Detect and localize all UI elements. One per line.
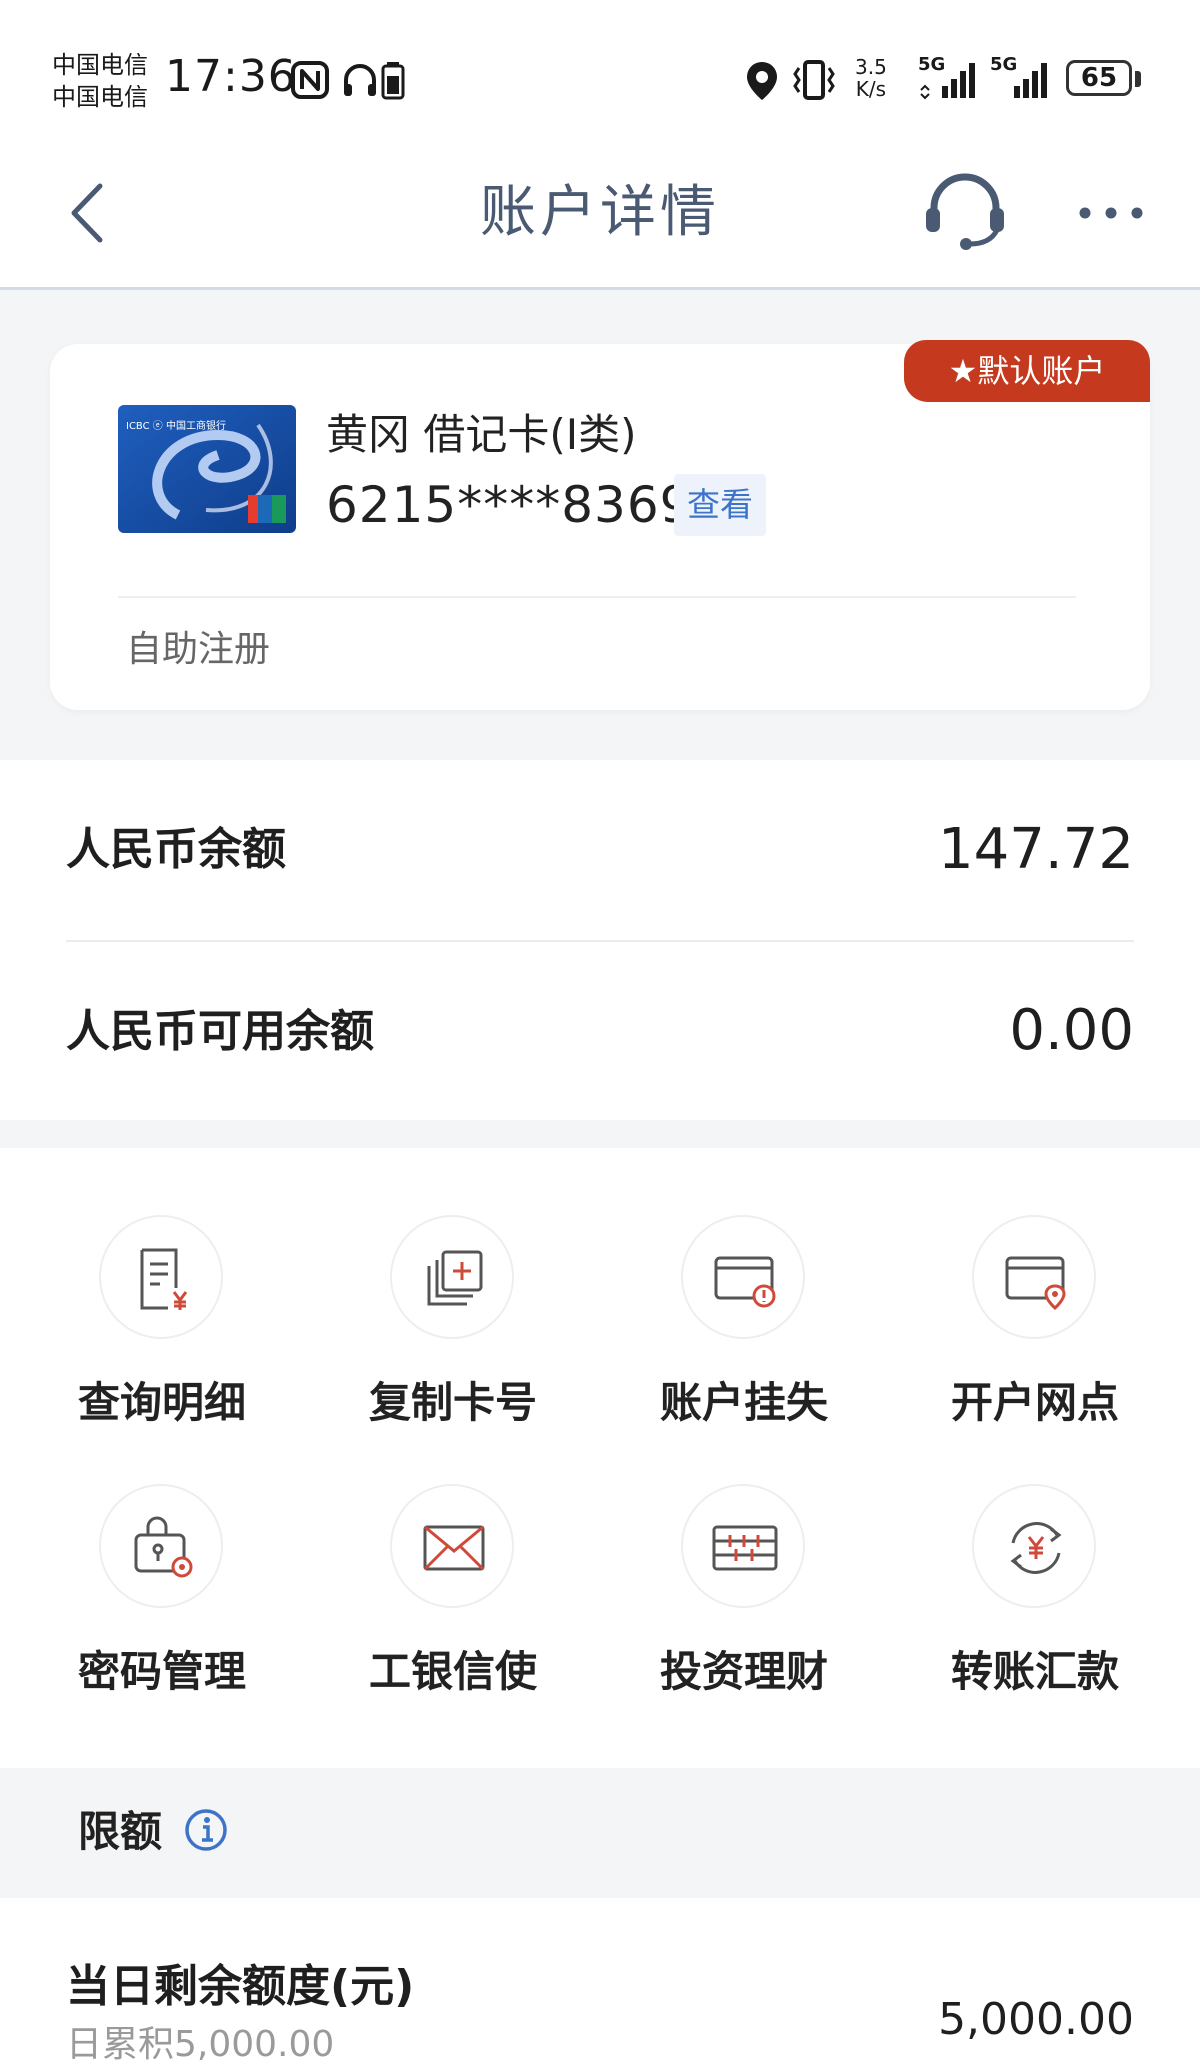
action-report-loss[interactable]: 账户挂失 bbox=[598, 1215, 890, 1465]
transfer-icon bbox=[972, 1484, 1096, 1608]
signal-2-icon bbox=[1014, 63, 1047, 98]
battery-indicator: 65 bbox=[1066, 60, 1132, 96]
action-copy-card-number[interactable]: 复制卡号 bbox=[307, 1215, 599, 1465]
action-messenger[interactable]: 工银信使 bbox=[307, 1484, 599, 1734]
daily-limit-value: 5,000.00 bbox=[938, 1994, 1134, 2045]
carrier-2: 中国电信 bbox=[52, 83, 148, 111]
copy-icon bbox=[390, 1215, 514, 1339]
star-icon: ★ bbox=[948, 352, 978, 390]
default-badge-label: 默认账户 bbox=[977, 352, 1106, 390]
investment-icon bbox=[681, 1484, 805, 1608]
card-status: 自助注册 bbox=[126, 629, 271, 670]
info-icon[interactable] bbox=[184, 1808, 228, 1852]
action-password[interactable]: 密码管理 bbox=[16, 1484, 308, 1734]
network-speed: 3.5 K/s bbox=[855, 56, 887, 100]
vibrate-icon bbox=[793, 60, 835, 100]
net-speed-value: 3.5 bbox=[855, 55, 887, 79]
clock: 17:36 bbox=[165, 51, 297, 102]
card-name: 黄冈 借记卡(I类) bbox=[326, 410, 637, 459]
action-label: 账户挂失 bbox=[659, 1378, 828, 1427]
card-location-icon bbox=[972, 1215, 1096, 1339]
section-gap bbox=[0, 1120, 1200, 1148]
limit-section-header bbox=[0, 1768, 1200, 1898]
page-title: 账户详情 bbox=[480, 180, 720, 245]
card-logo-text: ICBC ⓔ 中国工商银行 bbox=[126, 421, 226, 432]
signal-1-icon bbox=[920, 63, 975, 100]
view-card-number-link[interactable]: 查看 bbox=[674, 474, 766, 536]
net-speed-unit: K/s bbox=[855, 77, 887, 101]
action-statement[interactable]: 查询明细 bbox=[16, 1215, 308, 1465]
card-number: 6215****8369 bbox=[326, 476, 693, 534]
action-label: 开户网点 bbox=[950, 1378, 1119, 1427]
card-divider bbox=[118, 596, 1076, 598]
daily-limit-sub: 日累积5,000.00 bbox=[66, 2024, 335, 2065]
action-label: 转账汇款 bbox=[950, 1647, 1119, 1696]
headphone-battery-icon bbox=[381, 62, 405, 100]
balance-divider bbox=[66, 940, 1134, 942]
action-branch[interactable]: 开户网点 bbox=[889, 1215, 1181, 1465]
bank-card-image: ICBC ⓔ 中国工商银行 bbox=[118, 405, 296, 533]
nfc-icon bbox=[291, 61, 329, 99]
location-icon bbox=[747, 62, 777, 100]
limit-title: 限额 bbox=[78, 1807, 163, 1856]
default-account-badge: ★默认账户 bbox=[904, 340, 1150, 402]
available-balance-value: 0.00 bbox=[1009, 998, 1134, 1063]
action-label: 工银信使 bbox=[368, 1647, 537, 1696]
carrier-1: 中国电信 bbox=[52, 51, 148, 79]
daily-limit-label: 当日剩余额度(元) bbox=[66, 1961, 415, 2012]
customer-service-icon[interactable] bbox=[920, 172, 1010, 252]
action-investment[interactable]: 投资理财 bbox=[598, 1484, 890, 1734]
action-transfer[interactable]: 转账汇款 bbox=[889, 1484, 1181, 1734]
action-label: 密码管理 bbox=[77, 1647, 246, 1696]
action-label: 查询明细 bbox=[77, 1378, 246, 1427]
more-menu-icon[interactable] bbox=[1076, 200, 1146, 226]
statement-icon bbox=[99, 1215, 223, 1339]
battery-tip bbox=[1135, 71, 1141, 87]
action-label: 投资理财 bbox=[659, 1647, 828, 1696]
envelope-icon bbox=[390, 1484, 514, 1608]
action-label: 复制卡号 bbox=[368, 1378, 537, 1427]
headphones-icon bbox=[344, 64, 376, 96]
rmb-balance-value: 147.72 bbox=[938, 817, 1134, 882]
card-alert-icon bbox=[681, 1215, 805, 1339]
available-balance-label: 人民币可用余额 bbox=[66, 1006, 374, 1057]
rmb-balance-label: 人民币余额 bbox=[66, 824, 286, 875]
lock-gear-icon bbox=[99, 1484, 223, 1608]
